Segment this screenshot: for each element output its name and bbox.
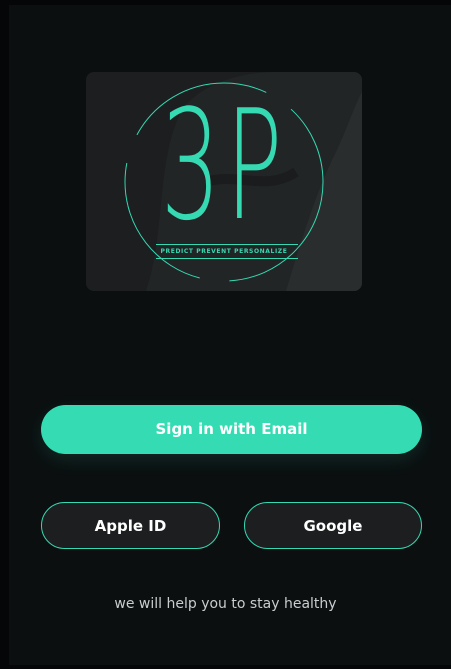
app-logo: 3P PREDICT PREVENT PERSONALIZE bbox=[86, 72, 362, 291]
logo-rule-top bbox=[156, 244, 298, 245]
logo-tagline: PREDICT PREVENT PERSONALIZE bbox=[160, 248, 288, 255]
google-button[interactable]: Google bbox=[244, 502, 422, 549]
apple-id-button[interactable]: Apple ID bbox=[41, 502, 220, 549]
screen-bezel-bottom bbox=[0, 665, 451, 669]
sign-in-screen: 3P PREDICT PREVENT PERSONALIZE Sign in w… bbox=[0, 0, 451, 669]
screen-bezel-top bbox=[0, 0, 451, 5]
screen-bezel-left bbox=[0, 0, 9, 669]
footer-tagline: we will help you to stay healthy bbox=[114, 596, 337, 612]
logo-rule-bottom bbox=[156, 258, 298, 259]
logo-mark: 3P bbox=[160, 77, 288, 254]
sign-in-with-email-button[interactable]: Sign in with Email bbox=[41, 405, 422, 454]
